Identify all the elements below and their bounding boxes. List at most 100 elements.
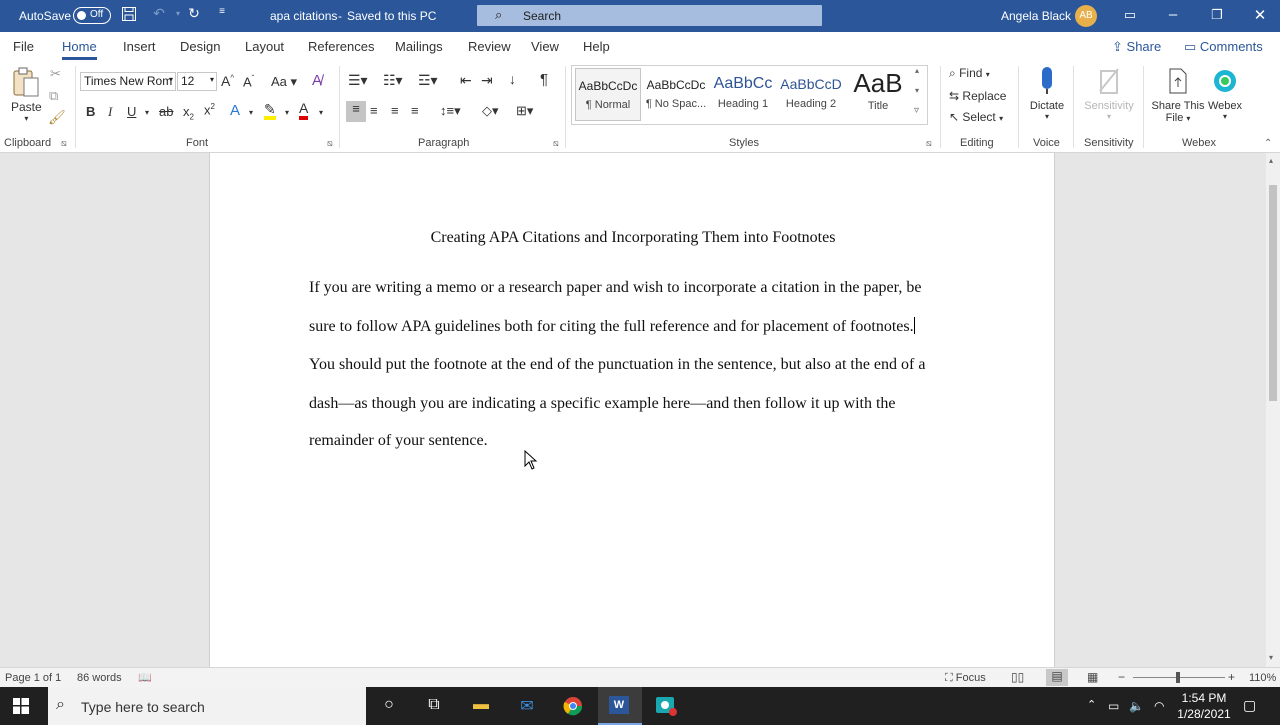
zoom-out-icon[interactable]: − xyxy=(1118,670,1125,684)
scroll-up-icon[interactable]: ▴ xyxy=(1269,156,1273,165)
bullets-icon[interactable]: ☰▾ xyxy=(348,72,368,89)
zoom-in-icon[interactable]: + xyxy=(1228,670,1235,684)
change-case-icon[interactable]: Aa ▾ xyxy=(271,74,297,90)
styles-more-icon[interactable]: ▿ xyxy=(914,105,919,116)
style-heading-2[interactable]: AaBbCcD Heading 2 xyxy=(778,68,844,121)
subscript-icon[interactable]: x2 xyxy=(183,104,194,122)
user-name[interactable]: Angela Black xyxy=(1001,9,1071,23)
superscript-icon[interactable]: x2 xyxy=(204,102,215,117)
windows-start-icon[interactable] xyxy=(13,698,29,714)
task-view-icon[interactable]: ⧉ xyxy=(423,696,445,716)
scroll-down-icon[interactable]: ▾ xyxy=(1269,653,1273,662)
borders-icon[interactable]: ⊞▾ xyxy=(516,103,533,119)
word-taskbar-button[interactable]: W xyxy=(598,687,642,725)
style-no-spacing[interactable]: AaBbCcDc ¶ No Spac... xyxy=(643,68,709,121)
file-explorer-icon[interactable]: ▬ xyxy=(470,696,492,716)
webex-button[interactable]: Webex ▾ xyxy=(1206,65,1244,121)
format-painter-icon[interactable]: 🖌 xyxy=(48,109,66,126)
justify-icon[interactable]: ≡ xyxy=(411,103,419,118)
undo-icon[interactable]: ↶ xyxy=(149,5,169,22)
tab-home[interactable]: Home xyxy=(62,39,97,60)
tab-design[interactable]: Design xyxy=(180,39,220,54)
cut-icon[interactable]: ✂ xyxy=(50,66,61,82)
restore-icon[interactable]: ❐ xyxy=(1207,7,1227,23)
battery-icon[interactable]: ▭ xyxy=(1108,699,1119,713)
align-right-icon[interactable]: ≡ xyxy=(391,103,399,118)
strikethrough-icon[interactable]: ab xyxy=(159,104,173,119)
underline-icon[interactable]: U xyxy=(127,104,136,119)
styles-launcher-icon[interactable]: ⧅ xyxy=(926,138,932,149)
highlight-dropdown-icon[interactable]: ▾ xyxy=(285,108,289,117)
document-line[interactable]: remainder of your sentence. xyxy=(309,432,488,450)
read-mode-icon[interactable]: ▯▯ xyxy=(1011,670,1024,684)
web-layout-icon[interactable]: ▦ xyxy=(1087,670,1098,684)
sort-icon[interactable]: ↓ xyxy=(509,71,516,87)
wifi-icon[interactable]: ◠ xyxy=(1154,699,1164,713)
print-layout-icon[interactable]: ▤ xyxy=(1046,669,1068,686)
tab-references[interactable]: References xyxy=(308,39,374,54)
underline-dropdown-icon[interactable]: ▾ xyxy=(145,108,149,117)
cortana-icon[interactable]: ○ xyxy=(378,696,400,716)
line-spacing-icon[interactable]: ↕≡▾ xyxy=(440,103,461,119)
multilevel-list-icon[interactable]: ☲▾ xyxy=(418,72,438,89)
document-page[interactable]: Creating APA Citations and Incorporating… xyxy=(209,153,1055,667)
word-count[interactable]: 86 words xyxy=(77,672,122,684)
show-marks-icon[interactable]: ¶ xyxy=(540,71,548,88)
numbering-icon[interactable]: ☷▾ xyxy=(383,72,403,89)
bold-icon[interactable]: B xyxy=(86,104,95,119)
align-center-icon[interactable]: ≡ xyxy=(370,103,378,118)
tab-file[interactable]: File xyxy=(13,39,34,54)
align-left-icon[interactable]: ≡ xyxy=(346,101,366,122)
screen-recorder-icon[interactable] xyxy=(655,696,677,716)
ribbon-display-icon[interactable]: ▭ xyxy=(1120,7,1140,23)
paragraph-launcher-icon[interactable]: ⧅ xyxy=(553,138,559,149)
font-launcher-icon[interactable]: ⧅ xyxy=(327,138,333,149)
style-normal[interactable]: AaBbCcDc ¶ Normal xyxy=(575,68,641,121)
increase-indent-icon[interactable]: ⇥ xyxy=(481,72,493,89)
paste-button[interactable]: Paste ▾ xyxy=(11,66,42,123)
clipboard-launcher-icon[interactable]: ⧅ xyxy=(61,138,67,149)
zoom-slider-thumb[interactable] xyxy=(1176,672,1180,683)
share-this-file-button[interactable]: Share This File ▾ xyxy=(1150,65,1206,124)
collapse-ribbon-icon[interactable]: ⌃ xyxy=(1264,138,1272,149)
redo-icon[interactable]: ↻ xyxy=(184,5,204,22)
proofing-icon[interactable]: 📖 xyxy=(138,671,152,684)
clock[interactable]: 1:54 PM 1/28/2021 xyxy=(1176,690,1232,722)
replace-button[interactable]: ⇆ Replace xyxy=(949,89,1006,103)
find-button[interactable]: ⌕ Find ▾ xyxy=(949,66,990,81)
font-color-icon[interactable]: A xyxy=(299,101,309,120)
autosave-toggle[interactable]: Off xyxy=(73,7,111,24)
search-box[interactable]: ⌕ Search xyxy=(477,5,822,26)
avatar[interactable]: AB xyxy=(1075,5,1097,27)
tab-help[interactable]: Help xyxy=(583,39,610,54)
styles-scroll-down-icon[interactable]: ▾ xyxy=(915,86,919,95)
style-heading-1[interactable]: AaBbCc Heading 1 xyxy=(710,68,776,121)
italic-icon[interactable]: I xyxy=(108,104,112,120)
page-count[interactable]: Page 1 of 1 xyxy=(5,672,61,684)
tab-view[interactable]: View xyxy=(531,39,559,54)
shading-icon[interactable]: ◇▾ xyxy=(482,103,499,119)
font-size-dropdown[interactable]: 12 ▾ xyxy=(177,72,217,91)
tab-review[interactable]: Review xyxy=(468,39,511,54)
dictate-button[interactable]: Dictate ▾ xyxy=(1028,65,1066,121)
sensitivity-button[interactable]: Sensitivity ▾ xyxy=(1080,65,1138,121)
copy-icon[interactable]: ⧉ xyxy=(49,88,58,104)
clear-formatting-icon[interactable]: A̸ xyxy=(312,72,322,89)
document-line[interactable]: If you are writing a memo or a research … xyxy=(309,279,921,297)
document-line[interactable]: dash—as though you are indicating a spec… xyxy=(309,395,896,413)
document-heading[interactable]: Creating APA Citations and Incorporating… xyxy=(210,229,1056,247)
paste-dropdown-icon[interactable]: ▾ xyxy=(11,114,42,123)
shrink-font-icon[interactable]: Aˇ xyxy=(243,74,254,89)
chevron-up-icon[interactable]: ⌃ xyxy=(1087,698,1096,711)
grow-font-icon[interactable]: A^ xyxy=(221,73,234,89)
decrease-indent-icon[interactable]: ⇤ xyxy=(460,72,472,89)
volume-icon[interactable]: 🔈 xyxy=(1129,699,1144,713)
document-line[interactable]: sure to follow APA guidelines both for c… xyxy=(309,317,915,336)
customize-toolbar-icon[interactable]: ≡ xyxy=(212,6,232,17)
close-icon[interactable]: ✕ xyxy=(1250,6,1270,24)
scroll-thumb[interactable] xyxy=(1269,185,1277,401)
taskbar-search[interactable]: ⌕ Type here to search xyxy=(48,687,366,725)
tab-mailings[interactable]: Mailings xyxy=(395,39,443,54)
select-button[interactable]: ↖ Select ▾ xyxy=(949,110,1003,124)
comments-button[interactable]: ▭ Comments xyxy=(1184,39,1263,55)
